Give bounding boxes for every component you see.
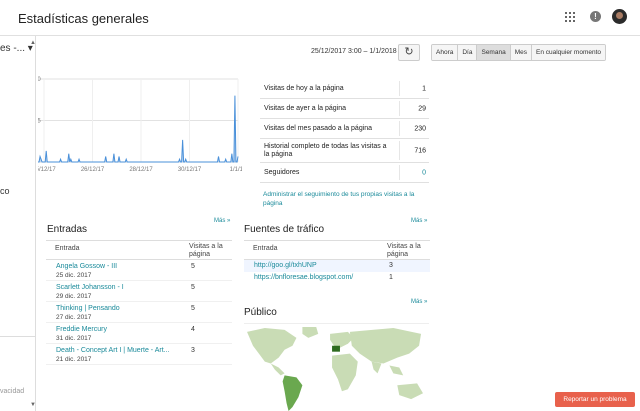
table-row: Scarlett Johansson - I 29 dic. 2017 5 (46, 281, 232, 302)
traffic-table: Entrada Visitas a la página http://goo.g… (244, 240, 430, 284)
entry-date: 21 dic. 2017 (56, 356, 92, 363)
stat-row-all-time: Historial completo de todas las visitas … (260, 139, 429, 163)
traffic-more-link[interactable]: Más » (411, 218, 427, 224)
traffic-source-link[interactable]: http://goo.gl/txhUNP (254, 262, 317, 269)
range-now-button[interactable]: Ahora (432, 45, 459, 60)
notifications-icon[interactable]: ! (590, 11, 601, 22)
apps-grid-icon[interactable] (565, 12, 575, 22)
x-tick-label: 28/12/17 (129, 167, 153, 173)
y-tick-label: 15 (38, 119, 41, 125)
blog-selector[interactable]: es -... ▾ (0, 43, 33, 54)
traffic-source-link[interactable]: https://bnfloresae.blogspot.com/ (254, 274, 353, 281)
entry-date: 25 dic. 2017 (56, 272, 92, 279)
refresh-button[interactable]: ↻ (398, 44, 420, 61)
table-header: Entrada Visitas a la página (244, 240, 430, 260)
stat-value: 230 (414, 125, 426, 132)
followers-link[interactable]: 0 (422, 169, 426, 176)
entry-date: 27 dic. 2017 (56, 314, 92, 321)
manage-tracking-link[interactable]: Administrar el seguimiento de tus propia… (263, 190, 423, 208)
table-row: Thinking | Pensando 27 dic. 2017 5 (46, 302, 232, 323)
x-tick-label: 1/1/18 (230, 167, 242, 173)
divider (0, 336, 36, 337)
top-bar: Estadísticas generales ! (0, 0, 640, 36)
entry-visits: 3 (191, 347, 195, 354)
audience-more-link[interactable]: Más » (411, 299, 427, 305)
entry-visits: 4 (191, 326, 195, 333)
table-row: Angela Gossow - III 25 dic. 2017 5 (46, 260, 232, 281)
avatar[interactable] (612, 9, 627, 24)
stats-table: Visitas de hoy a la página 1 Visitas de … (260, 79, 429, 183)
entries-table: Entrada Visitas a la página Angela Gosso… (46, 240, 232, 365)
privacy-link[interactable]: vacidad (0, 388, 24, 395)
stat-label: Seguidores (264, 168, 300, 176)
series-line (38, 95, 239, 163)
stat-row-last-month: Visitas del mes pasado a la página 230 (260, 119, 429, 139)
traffic-title: Fuentes de tráfico (244, 224, 325, 235)
entry-visits: 5 (191, 263, 195, 270)
table-header: Entrada Visitas a la página (46, 240, 232, 260)
stat-value: 1 (422, 85, 426, 92)
entries-more-link[interactable]: Más » (214, 218, 230, 224)
table-row: Freddie Mercury 31 dic. 2017 4 (46, 323, 232, 344)
page-title: Estadísticas generales (18, 11, 149, 26)
range-day-button[interactable]: Día (458, 45, 478, 60)
entry-visits: 5 (191, 305, 195, 312)
audience-world-map[interactable] (244, 323, 429, 411)
entry-date: 29 dic. 2017 (56, 293, 92, 300)
range-month-button[interactable]: Mes (510, 45, 532, 60)
table-row: https://bnfloresae.blogspot.com/ 1 (244, 272, 430, 284)
col-visits-header: Visitas a la página (387, 243, 421, 258)
stat-label: Historial completo de todas las visitas … (264, 142, 387, 158)
entry-link[interactable]: Freddie Mercury (56, 326, 107, 333)
entry-link[interactable]: Angela Gossow - III (56, 263, 117, 270)
x-tick-label: 25/12/17 (38, 167, 56, 173)
table-row: http://goo.gl/txhUNP 3 (244, 260, 430, 272)
range-week-button[interactable]: Semana (477, 45, 511, 60)
left-panel: es -... ▾ co vacidad (0, 36, 36, 411)
range-selector: Ahora Día Semana Mes En cualquier moment… (431, 44, 607, 61)
entry-date: 31 dic. 2017 (56, 335, 92, 342)
range-all-time-button[interactable]: En cualquier momento (531, 45, 606, 60)
col-entry-header: Entrada (253, 245, 278, 252)
stat-value: 716 (414, 147, 426, 154)
stat-row-today: Visitas de hoy a la página 1 (260, 79, 429, 99)
table-row: Death - Concept Art I | Muerte - Art... … (46, 344, 232, 365)
audience-title: Público (244, 307, 277, 318)
traffic-visits: 3 (389, 262, 393, 269)
stat-label: Visitas de hoy a la página (264, 84, 344, 92)
entry-link[interactable]: Death - Concept Art I | Muerte - Art... (56, 347, 169, 354)
stat-value: 29 (418, 105, 426, 112)
traffic-visits: 1 (389, 274, 393, 281)
entry-link[interactable]: Thinking | Pensando (56, 305, 120, 312)
entries-title: Entradas (47, 224, 88, 235)
left-panel-text: co (0, 186, 10, 196)
entry-visits: 5 (191, 284, 195, 291)
stat-label: Visitas del mes pasado a la página (264, 124, 373, 132)
scroll-down-arrow-icon[interactable]: ▼ (30, 402, 36, 408)
series-area (38, 95, 238, 162)
stat-row-followers: Seguidores 0 (260, 163, 429, 183)
col-entry-header: Entrada (55, 245, 80, 252)
report-problem-button[interactable]: Reportar un problema (555, 392, 635, 407)
stat-label: Visitas de ayer a la página (264, 104, 346, 112)
y-tick-label: 30 (38, 77, 41, 83)
stat-row-yesterday: Visitas de ayer a la página 29 (260, 99, 429, 119)
x-tick-label: 26/12/17 (81, 167, 105, 173)
entry-link[interactable]: Scarlett Johansson - I (56, 284, 124, 291)
col-visits-header: Visitas a la página (189, 243, 223, 258)
pageviews-chart[interactable]: 30 15 25/12/17 26/12/17 28/12/17 30/12/17 1/1/… (38, 75, 242, 173)
x-tick-label: 30/12/17 (178, 167, 202, 173)
scroll-up-arrow-icon[interactable]: ▲ (30, 40, 36, 46)
